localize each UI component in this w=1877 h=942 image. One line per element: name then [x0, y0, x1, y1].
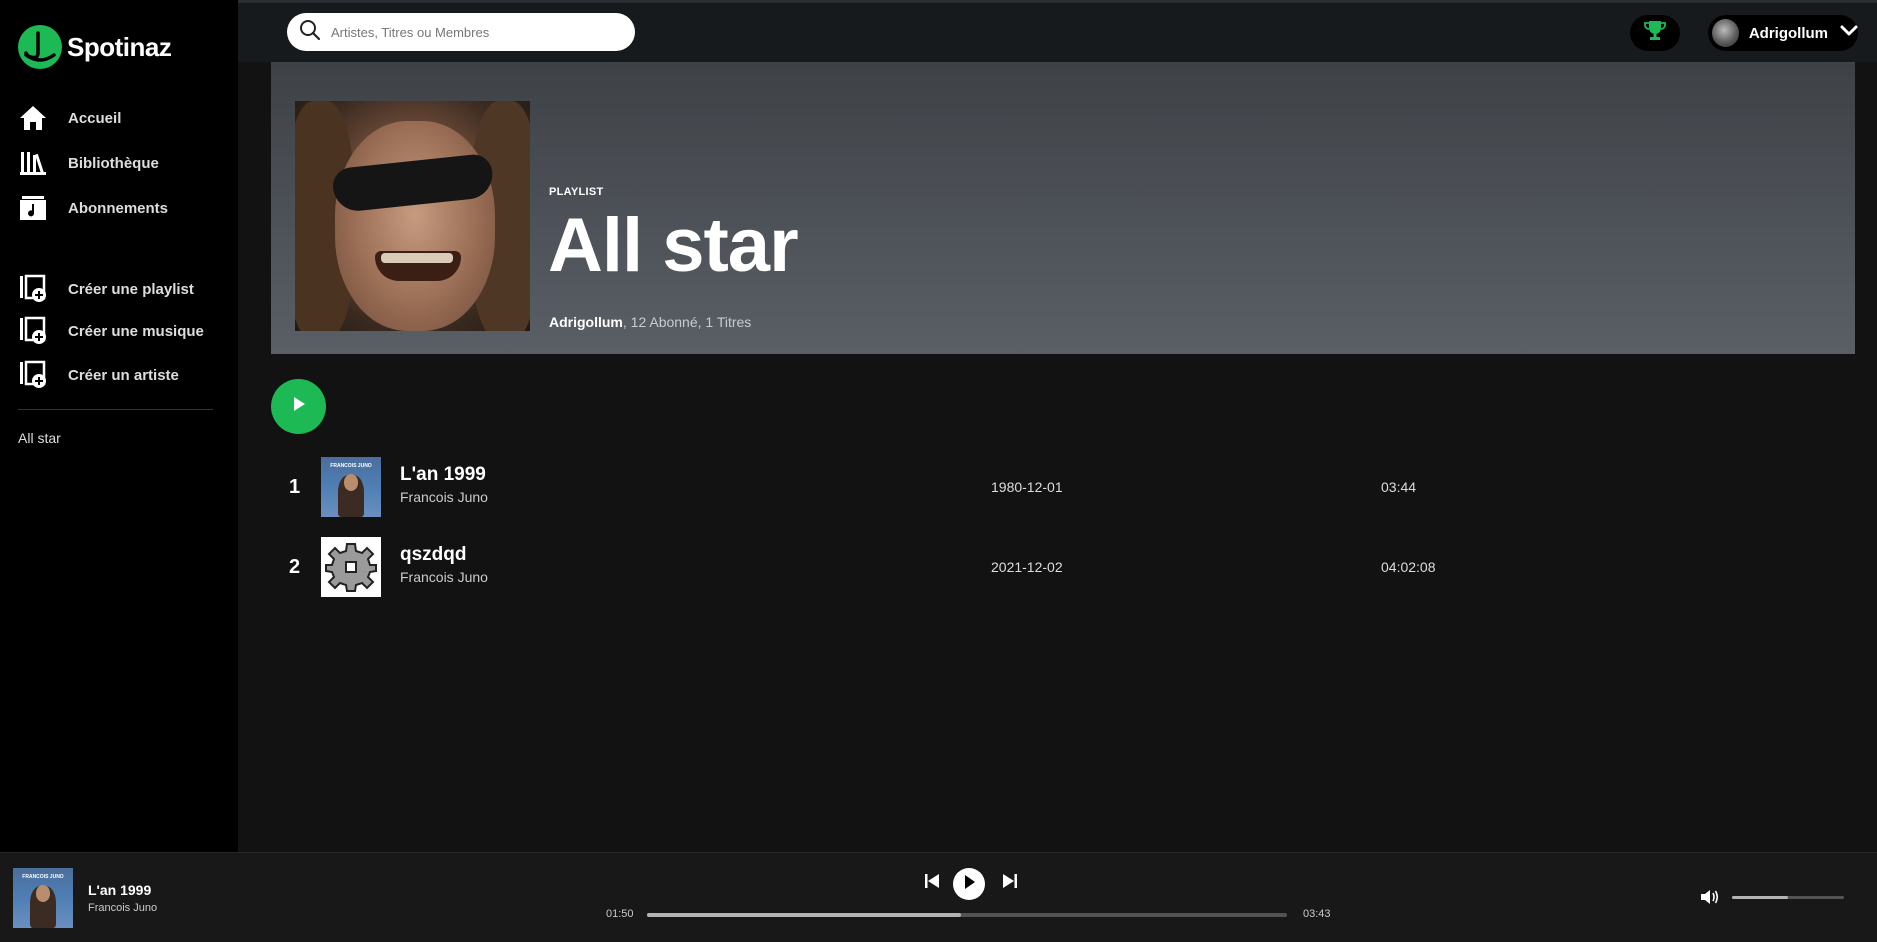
track-title[interactable]: L'an 1999: [400, 464, 488, 486]
progress-fill: [647, 913, 961, 917]
playlist-cover: [295, 101, 530, 331]
nav-accueil[interactable]: Accueil: [18, 102, 121, 134]
trophy-icon: [1643, 19, 1667, 48]
create-label: Créer une playlist: [68, 280, 194, 298]
create-label: Créer un artiste: [68, 366, 179, 384]
nav-abonnements[interactable]: Abonnements: [18, 192, 168, 224]
add-music-icon: [18, 316, 48, 346]
playlist-kicker: PLAYLIST: [549, 186, 604, 198]
now-playing-title[interactable]: L'an 1999: [88, 882, 151, 898]
now-playing-cover: FRANCOIS JUNO: [13, 868, 73, 928]
add-artist-icon: [18, 360, 48, 390]
top-bar: Adrigollum: [238, 0, 1877, 62]
progress-bar[interactable]: [647, 913, 1287, 917]
sidebar-divider: [18, 409, 213, 410]
track-artist[interactable]: Francois Juno: [400, 569, 488, 585]
skip-previous-icon: [924, 873, 940, 894]
app-name: Spotinaz: [67, 31, 172, 62]
play-icon: [291, 395, 307, 418]
user-menu[interactable]: Adrigollum: [1708, 15, 1858, 51]
current-time: 01:50: [606, 908, 634, 920]
play-pause-button[interactable]: [953, 868, 985, 900]
track-cover: [321, 537, 381, 597]
logo-icon: [18, 25, 62, 69]
volume-slider[interactable]: [1732, 896, 1844, 899]
track-number: 2: [289, 555, 301, 578]
player-bar: FRANCOIS JUNO L'an 1999 Francois Juno 01…: [0, 852, 1877, 942]
trophy-button[interactable]: [1630, 15, 1680, 51]
playlist-meta: Adrigollum, 12 Abonné, 1 Titres: [549, 314, 751, 330]
app-logo[interactable]: Spotinaz: [18, 25, 172, 69]
home-icon: [18, 103, 48, 133]
user-name: Adrigollum: [1748, 24, 1828, 42]
track-artist[interactable]: Francois Juno: [400, 489, 488, 505]
search-input[interactable]: [331, 24, 621, 40]
skip-next-icon: [1002, 873, 1018, 894]
playlist-header: PLAYLIST All star Adrigollum, 12 Abonné,…: [271, 62, 1855, 354]
sidebar-playlist-item[interactable]: All star: [18, 430, 61, 446]
search-box: [287, 13, 635, 51]
add-playlist-icon: [18, 274, 48, 304]
nav-bibliotheque[interactable]: Bibliothèque: [18, 147, 159, 179]
nav-label: Accueil: [68, 109, 122, 127]
playlist-title: All star: [548, 203, 799, 288]
track-row[interactable]: 1 FRANCOIS JUNO L'an 1999 Francois Juno …: [271, 456, 1855, 518]
create-playlist[interactable]: Créer une playlist: [18, 273, 194, 305]
create-label: Créer une musique: [68, 322, 204, 340]
create-artist[interactable]: Créer un artiste: [18, 359, 179, 391]
track-date: 1980-12-01: [991, 479, 1063, 495]
track-row[interactable]: 2 qszdqd Francois Juno 2021-12-02 04:02:…: [271, 536, 1855, 598]
playlist-owner[interactable]: Adrigollum: [549, 314, 623, 330]
now-playing-artist[interactable]: Francois Juno: [88, 902, 157, 914]
track-duration: 03:44: [1381, 479, 1417, 495]
volume-icon[interactable]: [1700, 888, 1724, 908]
play-icon: [962, 874, 976, 895]
playlist-stats: , 12 Abonné, 1 Titres: [622, 314, 752, 330]
library-icon: [18, 148, 48, 178]
total-time: 03:43: [1303, 908, 1331, 920]
nav-label: Bibliothèque: [68, 154, 159, 172]
track-duration: 04:02:08: [1381, 559, 1436, 575]
track-number: 1: [289, 475, 301, 498]
search-icon: [299, 19, 321, 46]
avatar: [1712, 19, 1739, 47]
track-title[interactable]: qszdqd: [400, 544, 488, 566]
next-button[interactable]: [998, 868, 1022, 898]
track-date: 2021-12-02: [991, 559, 1063, 575]
chevron-down-icon: [1840, 24, 1858, 42]
app-root: Spotinaz Accueil Bibliothèque Abonnement…: [0, 0, 1877, 942]
volume-fill: [1732, 896, 1788, 899]
previous-button[interactable]: [920, 868, 944, 898]
track-cover: FRANCOIS JUNO: [321, 457, 381, 517]
sidebar: Spotinaz Accueil Bibliothèque Abonnement…: [0, 0, 238, 852]
play-playlist-button[interactable]: [271, 379, 326, 434]
nav-label: Abonnements: [68, 199, 169, 217]
gear-icon: [321, 537, 381, 597]
create-music[interactable]: Créer une musique: [18, 315, 204, 347]
subscriptions-icon: [18, 193, 48, 223]
